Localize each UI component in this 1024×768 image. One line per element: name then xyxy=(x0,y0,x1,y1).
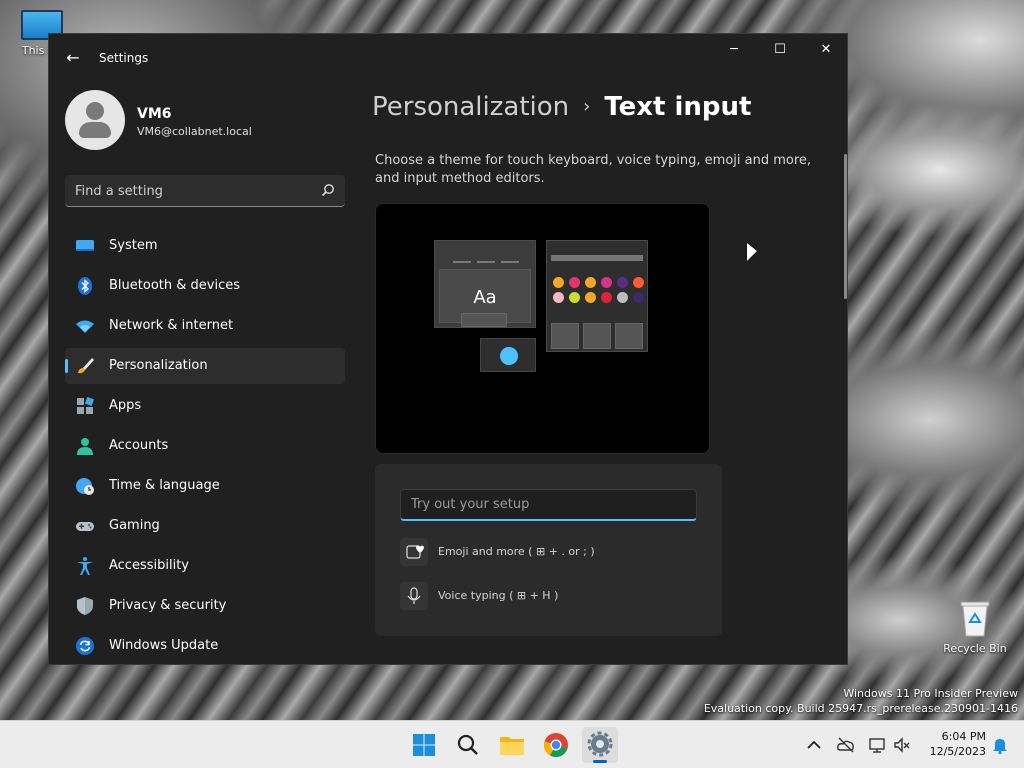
start-button[interactable] xyxy=(406,727,442,763)
profile-name: VM6 xyxy=(137,106,172,122)
sidebar-item-privacy-security[interactable]: Privacy & security xyxy=(65,588,345,624)
wifi-icon xyxy=(76,320,94,333)
avatar xyxy=(65,90,125,150)
sidebar-item-time-language[interactable]: Time & language xyxy=(65,468,345,504)
person-icon xyxy=(77,438,93,455)
desktop-icon-recycle-bin[interactable]: Recycle Bin xyxy=(940,596,1010,655)
sidebar-item-label: System xyxy=(109,238,158,253)
emoji-hint-label: Emoji and more ( ⊞ + . or ; ) xyxy=(438,545,595,558)
microphone-icon xyxy=(500,347,518,365)
sidebar-nav: System Bluetooth & devices Network & int… xyxy=(65,228,345,664)
file-explorer-button[interactable] xyxy=(494,727,530,763)
keyboard-theme-preview: Aa xyxy=(375,203,710,454)
sidebar-item-label: Time & language xyxy=(109,478,220,493)
mouse-cursor xyxy=(747,242,757,266)
sidebar-item-label: Apps xyxy=(109,398,142,413)
settings-icon xyxy=(587,731,613,757)
sidebar-item-label: Accounts xyxy=(109,438,169,453)
profile-email: VM6@collabnet.local xyxy=(137,125,252,138)
maximize-button[interactable]: ☐ xyxy=(757,34,803,66)
settings-taskbar-button[interactable] xyxy=(582,727,618,763)
shield-icon xyxy=(77,597,93,615)
sidebar-item-personalization[interactable]: Personalization xyxy=(65,348,345,384)
search-icon[interactable] xyxy=(321,183,335,197)
chevron-up-icon[interactable] xyxy=(804,735,824,755)
breadcrumb-separator: › xyxy=(583,96,591,117)
taskbar: 6:04 PM 12/5/2023 xyxy=(0,720,1024,768)
title-bar[interactable]: ← Settings ─ ☐ ✕ xyxy=(49,34,847,82)
emoji-heart-icon xyxy=(400,538,428,566)
sidebar-item-network[interactable]: Network & internet xyxy=(65,308,345,344)
network-icon[interactable] xyxy=(868,735,888,755)
sidebar-item-apps[interactable]: Apps xyxy=(65,388,345,424)
clock-time: 6:04 PM xyxy=(941,730,986,743)
start-icon xyxy=(413,734,435,756)
bluetooth-icon xyxy=(78,277,92,295)
sidebar-item-bluetooth[interactable]: Bluetooth & devices xyxy=(65,268,345,304)
clock-date: 12/5/2023 xyxy=(929,745,986,758)
voice-typing-preview xyxy=(480,338,536,372)
apps-icon xyxy=(77,397,94,414)
voice-hint-label: Voice typing ( ⊞ + H ) xyxy=(438,589,559,602)
close-button[interactable]: ✕ xyxy=(803,34,847,66)
chrome-button[interactable] xyxy=(538,727,574,763)
preview-sample-text: Aa xyxy=(473,287,497,308)
sidebar-item-system[interactable]: System xyxy=(65,228,345,264)
back-button[interactable]: ← xyxy=(63,48,83,68)
recycle-bin-icon xyxy=(958,596,992,638)
os-watermark: Windows 11 Pro Insider Preview Evaluatio… xyxy=(704,686,1018,716)
app-title: Settings xyxy=(99,51,149,65)
onedrive-offline-icon[interactable] xyxy=(836,735,856,755)
desktop-icon-label: Recycle Bin xyxy=(943,642,1007,655)
brush-icon xyxy=(78,358,94,374)
sidebar-item-accounts[interactable]: Accounts xyxy=(65,428,345,464)
breadcrumb-parent[interactable]: Personalization xyxy=(372,92,569,122)
sidebar-item-label: Gaming xyxy=(109,518,160,533)
tryout-input[interactable] xyxy=(400,489,697,521)
sidebar-item-label: Bluetooth & devices xyxy=(109,278,240,293)
sidebar-item-accessibility[interactable]: Accessibility xyxy=(65,548,345,584)
page-description: Choose a theme for touch keyboard, voice… xyxy=(375,153,812,186)
user-profile[interactable]: VM6 VM6@collabnet.local xyxy=(65,90,345,152)
sidebar-item-label: Network & internet xyxy=(109,318,234,333)
avatar-body xyxy=(79,122,111,138)
gamepad-icon xyxy=(76,522,94,531)
notification-bell-icon[interactable] xyxy=(990,735,1010,755)
sidebar-item-label: Personalization xyxy=(109,358,208,373)
breadcrumb: Personalization › Text input xyxy=(372,92,751,122)
chrome-icon xyxy=(544,733,568,757)
globe-clock-icon xyxy=(76,478,94,495)
accessibility-icon xyxy=(77,557,93,575)
search-icon xyxy=(457,734,478,755)
search-input[interactable] xyxy=(75,181,305,201)
taskbar-search-button[interactable] xyxy=(450,727,486,763)
keyboard-preview: Aa xyxy=(434,240,536,328)
minimize-button[interactable]: ─ xyxy=(711,34,757,66)
update-icon xyxy=(76,637,94,655)
monitor-icon xyxy=(76,240,94,251)
settings-window: ← Settings ─ ☐ ✕ VM6 VM6@collabnet.local… xyxy=(48,33,848,665)
avatar-head xyxy=(86,102,104,120)
microphone-icon xyxy=(400,582,428,610)
watermark-edition: Windows 11 Pro Insider Preview xyxy=(843,687,1018,700)
sidebar-item-gaming[interactable]: Gaming xyxy=(65,508,345,544)
sidebar-item-label: Windows Update xyxy=(109,638,219,653)
sidebar-item-windows-update[interactable]: Windows Update xyxy=(65,628,345,664)
sidebar-item-label: Privacy & security xyxy=(109,598,227,613)
volume-muted-icon[interactable] xyxy=(892,735,912,755)
emoji-panel-preview xyxy=(546,240,648,352)
scrollbar-thumb[interactable] xyxy=(844,154,847,299)
sidebar-item-label: Accessibility xyxy=(109,558,189,573)
tryout-panel: Emoji and more ( ⊞ + . or ; ) Voice typi… xyxy=(375,464,722,636)
search-box xyxy=(65,175,345,207)
file-explorer-icon xyxy=(500,737,524,755)
page-title: Text input xyxy=(604,92,752,122)
watermark-build: Evaluation copy. Build 25947.rs_prerelea… xyxy=(703,702,1018,715)
system-clock[interactable]: 6:04 PM 12/5/2023 xyxy=(924,729,986,759)
